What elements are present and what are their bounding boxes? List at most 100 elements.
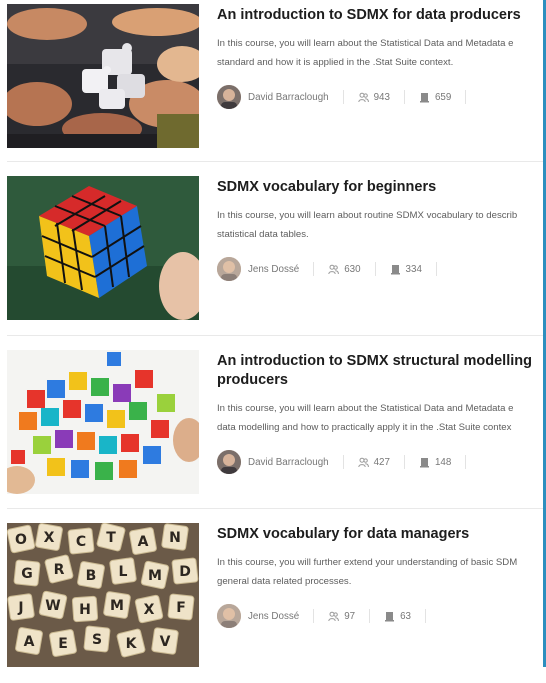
svg-text:N: N <box>169 530 181 546</box>
description-line: In this course, you will further extend … <box>217 557 518 568</box>
course-title[interactable]: SDMX vocabulary for data managers <box>217 525 546 544</box>
colored-cubes-image <box>7 350 199 494</box>
svg-text:E: E <box>58 636 68 652</box>
divider <box>465 90 467 104</box>
svg-text:H: H <box>79 602 91 618</box>
divider <box>342 90 344 104</box>
course-thumbnail[interactable]: O X C T A N G R B L M D J W H M X F A E S K V <box>7 523 199 667</box>
course-thumbnail[interactable] <box>7 350 199 494</box>
course-list: An introduction to SDMX for data produce… <box>0 0 546 667</box>
course-card[interactable]: O X C T A N G R B L M D J W H M X F A E S K V SDMX voca… <box>0 523 546 683</box>
avatar[interactable] <box>217 450 241 474</box>
course-title[interactable]: An introduction to SDMX for data produce… <box>217 6 546 25</box>
course-thumbnail[interactable] <box>7 4 199 148</box>
course-card[interactable]: SDMX vocabulary for beginners In this co… <box>0 176 546 336</box>
learners-count: 943 <box>357 91 390 103</box>
book-icon <box>385 611 395 621</box>
author-name[interactable]: Jens Dossé <box>248 264 299 275</box>
course-title[interactable]: SDMX vocabulary for beginners <box>217 178 546 197</box>
course-description: In this course, you will further extend … <box>217 553 546 591</box>
divider <box>7 508 546 509</box>
course-title[interactable]: An introduction to SDMX structural model… <box>217 352 546 390</box>
learners-count: 630 <box>328 263 361 275</box>
learners-value: 943 <box>373 91 390 103</box>
divider <box>425 609 426 623</box>
description-line: In this course, you will learn about rou… <box>217 210 518 221</box>
lessons-value: 659 <box>434 91 452 103</box>
person-icon <box>217 257 241 281</box>
course-card[interactable]: An introduction to SDMX structural model… <box>0 350 546 510</box>
person-icon <box>217 85 241 109</box>
lessons-count: 334 <box>390 264 422 275</box>
divider <box>403 90 405 104</box>
divider <box>465 455 467 469</box>
description-line: general data related processes. <box>217 576 352 587</box>
svg-text:F: F <box>176 600 186 616</box>
avatar[interactable] <box>217 604 241 628</box>
author-name[interactable]: David Barraclough <box>248 457 329 468</box>
divider <box>342 455 344 469</box>
divider <box>369 609 371 623</box>
svg-text:D: D <box>179 564 191 580</box>
course-thumbnail[interactable] <box>7 176 199 320</box>
users-icon <box>328 264 340 274</box>
divider <box>7 161 546 162</box>
svg-text:B: B <box>86 568 97 584</box>
lessons-count: 63 <box>384 611 411 622</box>
svg-text:K: K <box>126 636 138 652</box>
course-meta: David Barraclough 943 659 <box>217 85 480 109</box>
svg-text:A: A <box>24 634 35 650</box>
divider <box>374 262 376 276</box>
svg-text:O: O <box>15 532 27 548</box>
lessons-count: 659 <box>419 92 451 103</box>
course-description: In this course, you will learn about the… <box>217 399 546 437</box>
users-icon <box>357 92 369 102</box>
description-line: data modelling and how to practically ap… <box>217 422 512 433</box>
svg-text:M: M <box>148 568 162 584</box>
author-name[interactable]: David Barraclough <box>248 92 329 103</box>
svg-text:W: W <box>45 598 60 614</box>
svg-text:M: M <box>110 598 124 614</box>
person-icon <box>217 450 241 474</box>
course-meta: Jens Dossé 97 63 <box>217 604 440 628</box>
lessons-value: 63 <box>400 610 411 622</box>
users-icon <box>357 457 369 467</box>
svg-text:V: V <box>160 634 171 650</box>
lessons-count: 148 <box>419 457 451 468</box>
lessons-value: 334 <box>405 263 422 275</box>
title-line: An introduction to SDMX structural model… <box>217 353 532 369</box>
description-line: statistical data tables. <box>217 229 309 240</box>
learners-value: 427 <box>373 456 390 468</box>
svg-text:C: C <box>76 534 86 550</box>
title-line: producers <box>217 372 288 388</box>
divider <box>7 335 546 336</box>
avatar[interactable] <box>217 85 241 109</box>
course-meta: David Barraclough 427 148 <box>217 450 480 474</box>
person-icon <box>217 604 241 628</box>
divider <box>313 609 315 623</box>
divider <box>435 262 437 276</box>
users-icon <box>328 611 340 621</box>
svg-text:S: S <box>92 632 102 648</box>
svg-text:J: J <box>17 600 23 616</box>
description-line: In this course, you will learn about the… <box>217 403 514 414</box>
svg-text:A: A <box>138 534 149 550</box>
description-line: standard and how it is applied in the .S… <box>217 57 454 68</box>
course-info: SDMX vocabulary for beginners In this co… <box>217 178 546 281</box>
learners-value: 630 <box>344 263 361 275</box>
author-name[interactable]: Jens Dossé <box>248 611 299 622</box>
svg-text:G: G <box>21 566 33 582</box>
divider <box>313 262 315 276</box>
svg-text:X: X <box>144 602 155 618</box>
svg-text:R: R <box>54 562 65 578</box>
letter-tiles-image: O X C T A N G R B L M D J W H M X F A E S K V <box>7 523 199 667</box>
book-icon <box>419 457 429 467</box>
divider <box>403 455 405 469</box>
svg-text:T: T <box>106 530 116 546</box>
avatar[interactable] <box>217 257 241 281</box>
book-icon <box>419 92 429 102</box>
course-description: In this course, you will learn about the… <box>217 34 546 72</box>
book-icon <box>390 264 400 274</box>
course-card[interactable]: An introduction to SDMX for data produce… <box>0 4 546 164</box>
course-info: SDMX vocabulary for data managers In thi… <box>217 525 546 628</box>
